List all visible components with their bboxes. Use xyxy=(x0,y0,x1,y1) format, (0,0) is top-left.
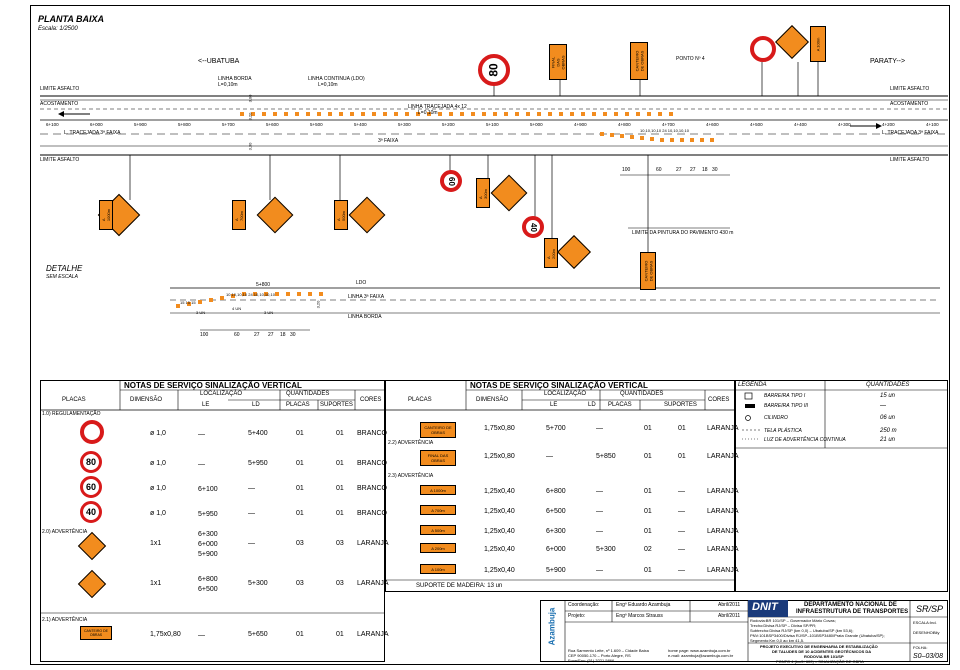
proj-name: Engº Marcos Strauss xyxy=(616,613,663,619)
titleblock-grid xyxy=(541,600,948,662)
desenho-value: Bily xyxy=(933,630,940,635)
dnit-logo: DNIT xyxy=(752,601,778,613)
ponto-title: PONTO 4 (km5+600) – SINALIZAÇÃO DE OBRA xyxy=(776,659,864,664)
dept-2: INFRAESTRUTURA DE TRANSPORTES xyxy=(796,609,909,615)
coord-name: Engº Eduardo Azambuja xyxy=(616,602,671,608)
proj-date: Abril/2011 xyxy=(718,613,741,619)
escala-label: ESCALA: xyxy=(913,620,930,625)
coord-date: Abril/2011 xyxy=(718,602,741,608)
address-3: Fone/Fax: (51) 3221.5866 xyxy=(568,658,615,663)
folha-label: FOLHA: xyxy=(913,645,928,650)
proj-label: Projeto: xyxy=(568,613,586,619)
web-2: e-mail: azambuja@azambuja.com.br xyxy=(668,653,734,658)
uf-label: SR/SP xyxy=(916,604,944,614)
company-logo-text: Azambuja xyxy=(547,607,557,646)
rodovia-5: Segmento:Km 0,0 ao km 41,5. xyxy=(750,638,805,643)
drawing-sheet: PLANTA BAIXA Escala: 1/2500 <--UBATUBA P… xyxy=(0,0,960,670)
coord-label: Coordenação: xyxy=(568,602,600,608)
folha-value: S0–03/08 xyxy=(913,653,943,660)
escala-value: Ind. xyxy=(930,620,937,625)
desenho-label: DESENHO: xyxy=(913,630,934,635)
dept-1: DEPARTAMENTO NACIONAL DE xyxy=(804,602,897,608)
